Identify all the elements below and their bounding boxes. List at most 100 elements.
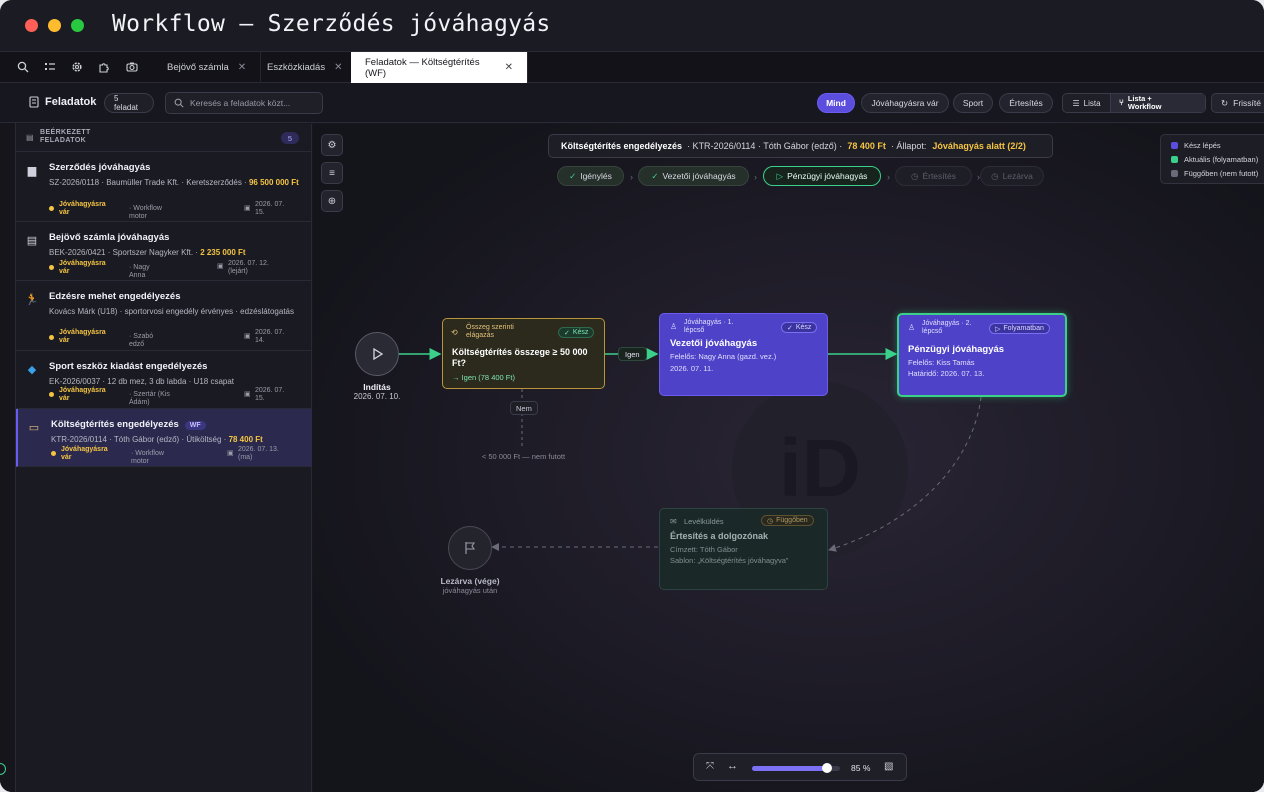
filter-jovahagyasra-var[interactable]: Jóváhagyásra vár bbox=[861, 93, 949, 113]
fit-screen-icon[interactable]: ⤧ bbox=[706, 761, 714, 772]
task-meta: SZ-2026/0118 · Baumüller Trade Kft. · Ke… bbox=[49, 177, 299, 189]
task-item[interactable]: ▤ Bejövő számla jóváhagyás BEK-2026/0421… bbox=[16, 222, 312, 281]
node-title: Költségtérítés összege ≥ 50 000 Ft? bbox=[452, 347, 588, 368]
sidebar-header: ▤ BEÉRKEZETT FELADATOK 5 bbox=[16, 124, 312, 152]
refresh-button[interactable]: ↻ Frissíté bbox=[1211, 93, 1264, 113]
camera-icon[interactable] bbox=[125, 60, 139, 74]
check-icon: ✓ bbox=[787, 324, 793, 332]
workflow-state-label: · Állapot: bbox=[890, 141, 927, 151]
task-meta-text: EK-2026/0037 · 12 db mez, 3 db labda · U… bbox=[49, 377, 235, 386]
task-item[interactable]: ▆ Szerződés jóváhagyás SZ-2026/0118 · Ba… bbox=[16, 152, 312, 222]
play-icon: ▷ bbox=[776, 170, 784, 181]
zoom-window-button[interactable] bbox=[71, 19, 84, 32]
yes-edge-label: Igen bbox=[618, 347, 647, 361]
settings-control[interactable]: ⚙ bbox=[321, 134, 343, 156]
node-template: Sablon: „Költségtérítés jóváhagyva” bbox=[670, 556, 789, 565]
task-meta: BEK-2026/0421 · Sportszer Nagyker Kft. ·… bbox=[49, 247, 299, 259]
search-icon[interactable] bbox=[16, 60, 30, 74]
runner-icon: 🏃 bbox=[25, 294, 39, 306]
task-item[interactable]: 🏃 Edzésre mehet engedélyezés Kovács Márk… bbox=[16, 281, 312, 351]
filter-ertesites[interactable]: Értesítés bbox=[999, 93, 1053, 113]
tab-label: Bejövő számla bbox=[167, 62, 229, 73]
calendar-icon: ▣ bbox=[227, 450, 234, 457]
zoom-slider[interactable] bbox=[752, 763, 840, 773]
task-due: 2026. 07. 13. (ma) bbox=[238, 446, 279, 461]
workflow-tag: WF bbox=[184, 421, 206, 430]
tab-eszkozkiadas[interactable]: Eszközkiadás ✕ bbox=[253, 52, 358, 83]
tab-feladatok-koltsegterites[interactable]: Feladatok — Költségtérítés (WF) ✕ bbox=[351, 52, 528, 83]
status-dot bbox=[49, 392, 54, 397]
gear-icon: ⚙ bbox=[327, 139, 337, 151]
check-icon: ✓ bbox=[564, 329, 570, 337]
zoom-slider-fill bbox=[752, 766, 827, 771]
status-dot bbox=[49, 206, 54, 211]
step-ertesites[interactable]: ◷ Értesítés bbox=[895, 166, 972, 186]
map-icon[interactable]: ▧ bbox=[884, 761, 893, 772]
node-title: Értesítés a dolgozónak bbox=[670, 531, 769, 541]
legend-item: Aktuális (folyamatban) bbox=[1171, 155, 1258, 164]
workflow-info-bar: Költségtérítés engedélyezés · KTR-2026/0… bbox=[548, 134, 1053, 158]
chevron-right-icon: › bbox=[887, 172, 890, 182]
checklist-icon[interactable] bbox=[43, 60, 57, 74]
canvas-background: iD bbox=[313, 124, 1264, 792]
close-window-button[interactable] bbox=[25, 19, 38, 32]
view-list-button[interactable]: ☰ Lista bbox=[1063, 94, 1111, 112]
branch-node[interactable]: ⟲ Összeg szerinti elágazás ✓ Kész Költség… bbox=[442, 318, 605, 389]
node-kind: Jóváhagyás · 1. lépcső bbox=[684, 319, 734, 334]
step-igenyles[interactable]: ✓ Igénylés bbox=[557, 166, 624, 186]
legend-swatch bbox=[1171, 142, 1178, 149]
node-deadline: Határidő: 2026. 07. 13. bbox=[908, 369, 985, 378]
task-meta-text: KTR-2026/0114 · Tóth Gábor (edző) · Útik… bbox=[51, 435, 229, 444]
close-tab-icon[interactable]: ✕ bbox=[238, 62, 246, 73]
chevron-right-icon: › bbox=[630, 172, 633, 182]
check-icon: ✓ bbox=[569, 170, 577, 181]
task-meta-text: Kovács Márk (U18) · sportorvosi engedély… bbox=[49, 307, 294, 316]
app-window: Workflow — Szerződés jóváhagyás Bejövő s… bbox=[0, 0, 1264, 792]
zoom-control[interactable]: ⊕ bbox=[321, 190, 343, 212]
notification-node[interactable]: ✉ Levélküldés ◷ Függőben Értesítés a dolg… bbox=[659, 508, 828, 590]
node-date: 2026. 07. 11. bbox=[670, 364, 714, 373]
task-item-active[interactable]: ▭ Költségtérítés engedélyezés WF KTR-2026… bbox=[16, 409, 312, 467]
task-status: Jóváhagyásra vár bbox=[59, 201, 106, 216]
close-tab-icon[interactable]: ✕ bbox=[505, 62, 513, 73]
branch-icon: ⟲ bbox=[451, 328, 458, 337]
step-label: Lezárva bbox=[1002, 171, 1033, 181]
task-list-icon bbox=[29, 96, 39, 110]
task-item[interactable]: ◆ Sport eszköz kiadást engedélyezés EK-2… bbox=[16, 351, 312, 409]
end-sub: jóváhagyás után bbox=[442, 586, 498, 595]
step-penzugyi-jovahagyas[interactable]: ▷ Pénzügyi jóváhagyás bbox=[763, 166, 881, 186]
menu-control[interactable]: ≡ bbox=[321, 162, 343, 184]
gear-icon[interactable] bbox=[70, 60, 84, 74]
approval-node-2[interactable]: ♙ Jóváhagyás · 2. lépcső ▷ Folyamatban Pé… bbox=[897, 313, 1067, 397]
step-label: Értesítés bbox=[922, 171, 956, 181]
tab-bejovo-szamla[interactable]: Bejövő számla ✕ bbox=[153, 52, 262, 83]
search-input[interactable]: Keresés a feladatok közt... bbox=[165, 92, 323, 114]
approval-node-1[interactable]: ♙ Jóváhagyás · 1. lépcső ✓ Kész Vezetői j… bbox=[659, 313, 828, 396]
title-bar: Workflow — Szerződés jóváhagyás bbox=[0, 0, 1264, 52]
task-assignee: · Szertár (Kis Ádám) bbox=[129, 391, 170, 406]
workflow-canvas[interactable]: iD ⚙ ≡ ⊕ Költségtérítés engedélyezés · K… bbox=[313, 124, 1264, 792]
puzzle-icon[interactable] bbox=[97, 60, 111, 74]
task-amount: 96 500 000 Ft bbox=[248, 178, 299, 187]
flag-icon bbox=[465, 542, 476, 554]
task-status: Jóváhagyásra vár bbox=[61, 446, 108, 461]
workflow-ref: · KTR-2026/0114 · Tóth Gábor (edző) · bbox=[687, 141, 843, 151]
task-assignee: · Workflow motor bbox=[129, 205, 162, 220]
calendar-icon: ▣ bbox=[244, 391, 251, 398]
step-vezetoi-jovahagyas[interactable]: ✓ Vezetői jóváhagyás bbox=[638, 166, 749, 186]
minimize-window-button[interactable] bbox=[48, 19, 61, 32]
user-icon: ♙ bbox=[908, 323, 916, 332]
page-title: Feladatok bbox=[45, 96, 97, 108]
close-tab-icon[interactable]: ✕ bbox=[334, 62, 342, 73]
filter-mind[interactable]: Mind bbox=[817, 93, 855, 113]
fit-width-icon[interactable]: ↔ bbox=[727, 760, 738, 772]
view-list-workflow-button[interactable]: ⑂ Lista + Workflow bbox=[1111, 94, 1205, 112]
end-node[interactable] bbox=[448, 526, 492, 570]
step-lezarva[interactable]: ◷ Lezárva bbox=[980, 166, 1044, 186]
tab-label: Eszközkiadás bbox=[267, 62, 326, 73]
tab-bar: Bejövő számla ✕ Eszközkiadás ✕ Feladatok —… bbox=[0, 52, 1264, 83]
task-amount: 2 235 000 Ft bbox=[200, 248, 246, 257]
zoom-slider-handle[interactable] bbox=[821, 763, 832, 773]
filter-sport[interactable]: Sport bbox=[953, 93, 993, 113]
start-node[interactable] bbox=[355, 332, 399, 376]
